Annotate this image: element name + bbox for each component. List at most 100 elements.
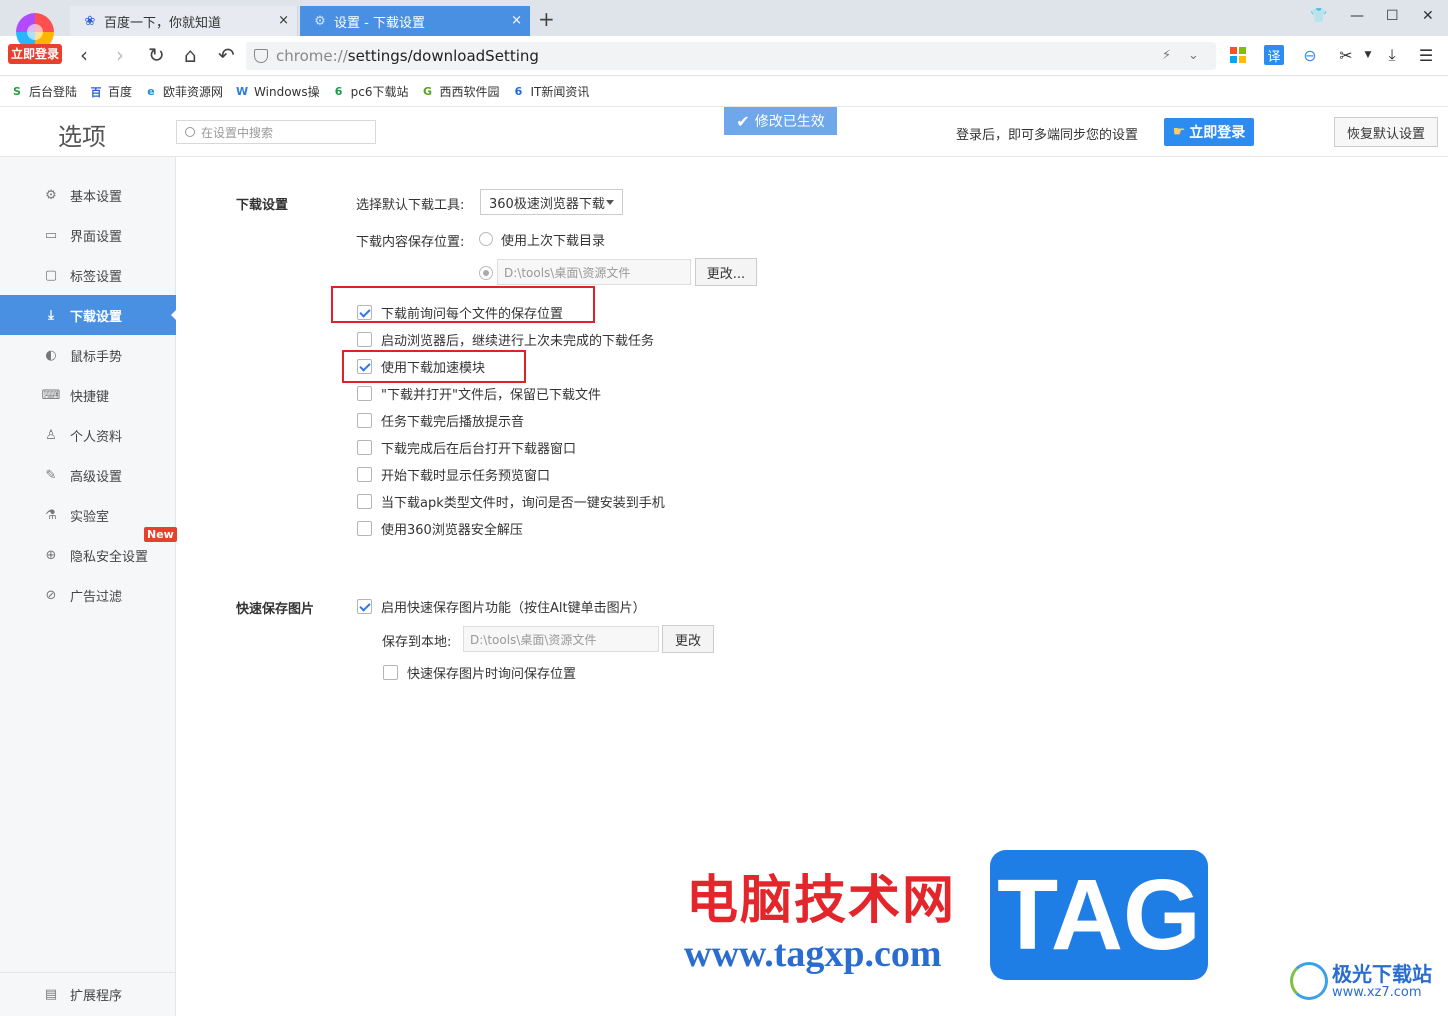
option-apk-install[interactable]: 当下载apk类型文件时，询问是否一键安装到手机 xyxy=(357,491,665,511)
sidebar-item-profile[interactable]: ♙ 个人资料 xyxy=(0,415,176,455)
undo-icon[interactable]: ↶ xyxy=(218,44,235,66)
default-download-tool-select[interactable]: 360极速浏览器下载 xyxy=(480,189,623,215)
close-tab-icon[interactable]: × xyxy=(511,13,522,28)
minus-circle-icon[interactable]: ⊖ xyxy=(1300,45,1320,65)
watermark-tag-logo: TAG xyxy=(990,850,1208,980)
login-button[interactable]: ☛ 立即登录 xyxy=(1164,118,1254,146)
option-preview-window[interactable]: 开始下载时显示任务预览窗口 xyxy=(357,464,550,484)
checkbox[interactable] xyxy=(357,520,372,536)
radio-custom-dir[interactable] xyxy=(479,266,493,280)
url-text[interactable]: chrome://settings/downloadSetting xyxy=(276,47,539,65)
gear-icon: ⚙ xyxy=(314,13,326,29)
dropdown-arrow-icon[interactable]: ▼ xyxy=(1358,45,1378,65)
checkbox[interactable] xyxy=(357,598,372,614)
browser-logo[interactable]: 立即登录 xyxy=(8,10,62,66)
back-icon[interactable]: ‹ xyxy=(80,44,88,66)
hand-icon: ☛ xyxy=(1172,124,1186,140)
minimize-icon[interactable]: — xyxy=(1350,8,1364,24)
quick-save-path-field: D:\tools\桌面\资源文件 xyxy=(463,626,659,652)
checkbox[interactable] xyxy=(357,466,372,482)
option-keep-opened-files[interactable]: "下载并打开"文件后，保留已下载文件 xyxy=(357,383,601,403)
tab-baidu[interactable]: ❀ 百度一下，你就知道 × xyxy=(70,6,298,36)
highlight-box xyxy=(342,350,526,383)
chevron-down-icon[interactable]: ⌄ xyxy=(1188,48,1199,63)
new-tab-button[interactable]: + xyxy=(538,7,555,31)
bookmark-icon: W xyxy=(235,85,249,98)
bookmark-item[interactable]: e 欧菲资源网 xyxy=(144,83,223,100)
radio-last-dir[interactable] xyxy=(479,232,493,246)
sidebar-item-adblock[interactable]: ⊘ 广告过滤 xyxy=(0,575,176,615)
sidebar-item-tabs[interactable]: ▢ 标签设置 xyxy=(0,255,176,295)
sidebar-item-extensions[interactable]: ▤ 扩展程序 xyxy=(0,972,176,1016)
shield-icon xyxy=(254,49,268,63)
watermark-url: www.tagxp.com xyxy=(684,933,942,975)
window-icon: ▭ xyxy=(44,227,58,243)
bookmark-item[interactable]: W Windows操 xyxy=(235,83,320,100)
translate-icon[interactable]: 译 xyxy=(1264,45,1284,65)
apps-grid-icon[interactable] xyxy=(1228,45,1248,65)
scissors-icon[interactable]: ✂ xyxy=(1336,45,1356,65)
address-bar[interactable]: chrome://settings/downloadSetting ⚡ ⌄ xyxy=(246,42,1216,70)
settings-search-input[interactable]: 在设置中搜索 xyxy=(176,120,376,144)
close-window-icon[interactable]: ✕ xyxy=(1422,8,1434,24)
maximize-icon[interactable]: ☐ xyxy=(1386,8,1399,24)
block-icon: ⊘ xyxy=(45,587,57,603)
sidebar-item-interface[interactable]: ▭ 界面设置 xyxy=(0,215,176,255)
search-placeholder: 在设置中搜索 xyxy=(201,125,274,140)
reload-icon[interactable]: ↻ xyxy=(148,44,165,66)
watermark-cn-text: 电脑技术网 xyxy=(686,870,957,931)
forward-icon[interactable]: › xyxy=(116,44,124,66)
keyboard-icon: ⌨ xyxy=(41,387,61,403)
tab-settings[interactable]: ⚙ 设置 - 下载设置 × xyxy=(300,6,530,36)
option-play-sound[interactable]: 任务下载完后播放提示音 xyxy=(357,410,524,430)
page-title: 选项 xyxy=(58,123,106,151)
extension-icon: ▤ xyxy=(44,987,58,1002)
restore-defaults-button[interactable]: 恢复默认设置 xyxy=(1334,117,1438,147)
new-badge: New xyxy=(144,527,177,542)
checkbox[interactable] xyxy=(357,331,372,347)
option-safe-unzip[interactable]: 使用360浏览器安全解压 xyxy=(357,518,523,538)
checkbox[interactable] xyxy=(357,412,372,428)
login-badge[interactable]: 立即登录 xyxy=(8,44,62,64)
tab-icon: ▢ xyxy=(44,267,58,283)
download-icon: ⤓ xyxy=(48,307,54,323)
tab-title: 百度一下，你就知道 xyxy=(104,15,222,31)
sidebar-item-basic[interactable]: ⚙ 基本设置 xyxy=(0,175,176,215)
sidebar-item-advanced[interactable]: ✎ 高级设置 xyxy=(0,455,176,495)
flask-icon: ⚗ xyxy=(45,507,57,523)
option-resume-downloads[interactable]: 启动浏览器后，继续进行上次未完成的下载任务 xyxy=(357,329,654,349)
bookmark-icon: S xyxy=(13,85,21,98)
saved-toast: ✔ 修改已生效 xyxy=(724,107,837,135)
checkbox[interactable] xyxy=(357,439,372,455)
option-enable-quick-save[interactable]: 启用快速保存图片功能（按住Alt键单击图片） xyxy=(357,596,646,616)
quick-save-change-button[interactable]: 更改 xyxy=(662,625,714,653)
bookmark-item[interactable]: S 后台登陆 xyxy=(10,83,77,100)
sidebar-item-shortcuts[interactable]: ⌨ 快捷键 xyxy=(0,375,176,415)
watermark-jg: 极光下载站 www.xz7.com xyxy=(1290,962,1432,1000)
download-path-field: D:\tools\桌面\资源文件 xyxy=(497,259,691,285)
download-icon[interactable]: ⤓ xyxy=(1382,45,1402,65)
change-path-button[interactable]: 更改... xyxy=(695,258,757,286)
option-open-downloader-bg[interactable]: 下载完成后在后台打开下载器窗口 xyxy=(357,437,576,457)
menu-icon[interactable]: ☰ xyxy=(1416,45,1436,65)
bookmark-item[interactable]: G 西西软件园 xyxy=(420,83,500,100)
watermark-jg-text: 极光下载站 xyxy=(1332,961,1432,986)
bookmarks-bar: S 后台登陆 百百度 e 欧菲资源网 W Windows操 6 pc6下载站 G 西西软件… xyxy=(0,77,1448,107)
lightning-icon[interactable]: ⚡ xyxy=(1162,48,1171,63)
option-ask-quick-save-location[interactable]: 快速保存图片时询问保存位置 xyxy=(383,662,576,682)
checkbox[interactable] xyxy=(383,664,398,680)
checkbox[interactable] xyxy=(357,385,372,401)
aurora-logo-icon xyxy=(1290,962,1328,1000)
quick-save-section-title: 快速保存图片 xyxy=(236,602,315,617)
home-icon[interactable]: ⌂ xyxy=(184,44,197,66)
skin-icon[interactable]: 👕 xyxy=(1310,8,1327,24)
bookmark-icon: 6 xyxy=(334,85,343,98)
sidebar-item-download[interactable]: ⤓ 下载设置 xyxy=(0,295,177,335)
sidebar-item-mouse[interactable]: ◐ 鼠标手势 xyxy=(0,335,176,375)
bookmark-item[interactable]: 6 IT新闻资讯 xyxy=(512,83,590,100)
bookmark-icon: 百 xyxy=(90,85,102,99)
bookmark-item[interactable]: 6 pc6下载站 xyxy=(332,83,409,100)
bookmark-item[interactable]: 百百度 xyxy=(89,83,133,100)
checkbox[interactable] xyxy=(357,493,372,509)
close-tab-icon[interactable]: × xyxy=(278,13,289,28)
